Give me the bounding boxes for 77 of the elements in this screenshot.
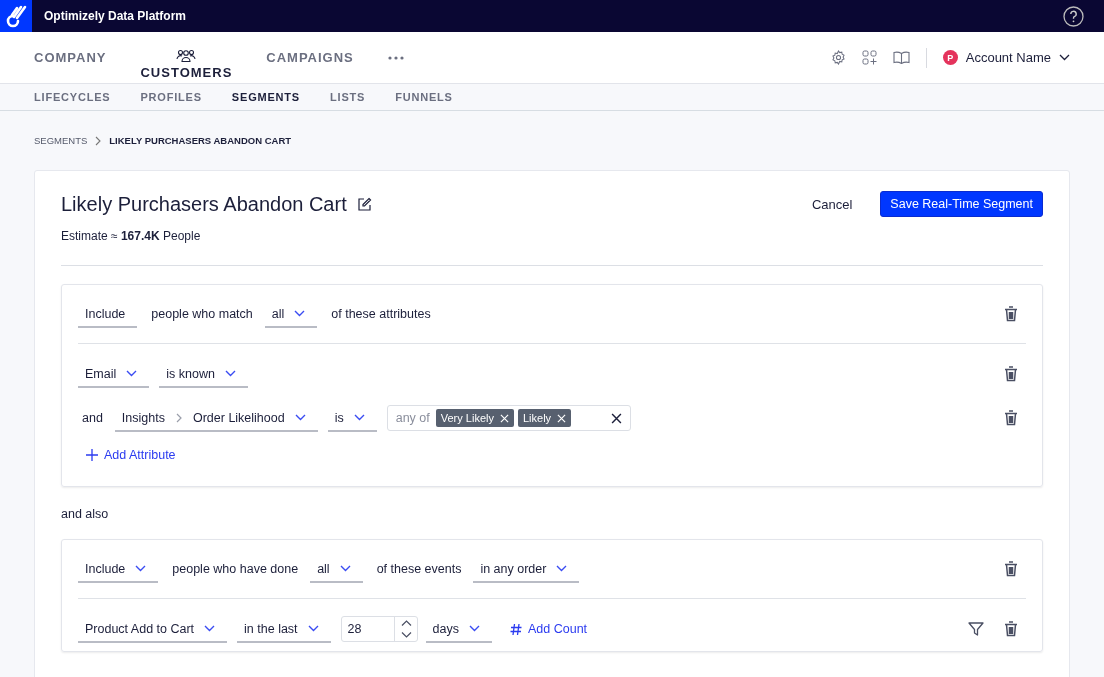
tag-input[interactable]: any of Very Likely Likely — [386, 405, 631, 431]
chevron-down-icon — [224, 370, 236, 377]
chevron-right-icon — [175, 412, 182, 423]
trash-icon[interactable] — [1004, 366, 1018, 382]
remove-icon[interactable] — [499, 413, 509, 423]
sub-tab[interactable]: PROFILES — [140, 91, 202, 103]
dropdown[interactable]: in any order — [473, 555, 580, 583]
cancel-button[interactable]: Cancel — [805, 195, 859, 213]
hash-icon — [510, 622, 522, 636]
path-label: Insights — [121, 410, 165, 425]
nav-tab[interactable]: COMPANY — [34, 50, 107, 65]
add-count-link[interactable]: Add Count — [502, 622, 596, 636]
nav-tab[interactable]: CAMPAIGNS — [266, 50, 354, 65]
trash-icon[interactable] — [1004, 561, 1018, 577]
chevron-down-icon — [294, 414, 306, 421]
logo-icon — [4, 4, 28, 28]
chevron-down-icon — [126, 370, 138, 377]
account-avatar: P — [942, 50, 958, 65]
breadcrumb-link[interactable]: LIKELY PURCHASERS ABANDON CART — [109, 135, 292, 146]
sub-tab[interactable]: LISTS — [330, 91, 366, 103]
chevron-down-icon — [294, 310, 306, 317]
connector-text: and also — [61, 507, 110, 521]
dropdown[interactable]: Product Add to Cart — [78, 615, 228, 643]
app-title: Optimizely Data Platform — [44, 9, 188, 23]
chevron-down-icon — [135, 565, 147, 572]
number-stepper[interactable]: 28 — [340, 616, 418, 642]
account-menu[interactable]: P Account Name — [942, 50, 1070, 65]
chevron-down-icon — [556, 565, 568, 572]
condition-text: of these attributes — [330, 307, 432, 321]
tag-label: Very Likely — [440, 412, 494, 424]
condition-text: people who have done — [171, 562, 300, 576]
add-attribute-link[interactable]: Add Attribute — [78, 440, 184, 486]
breadcrumb-link[interactable]: SEGMENTS — [34, 135, 88, 146]
chevron-down-icon — [307, 625, 319, 632]
condition-text: of these events — [375, 562, 463, 576]
condition-text: and — [81, 411, 104, 425]
dropdown[interactable]: Include — [78, 300, 138, 328]
chevron-down-icon — [353, 414, 365, 421]
pencil-icon[interactable] — [356, 196, 372, 212]
dropdown[interactable]: all — [264, 300, 318, 328]
segment-title: Likely Purchasers Abandon Cart — [61, 192, 347, 216]
more-icon[interactable] — [387, 55, 404, 60]
dropdown[interactable]: is known — [159, 360, 248, 388]
filter-icon[interactable] — [968, 622, 984, 636]
dropdown[interactable]: in the last — [237, 615, 331, 643]
add-app-icon[interactable] — [861, 50, 877, 65]
dropdown[interactable]: days — [425, 615, 492, 643]
save-button[interactable]: Save Real-Time Segment — [880, 191, 1043, 217]
dropdown[interactable]: Email — [78, 360, 150, 388]
plus-icon — [86, 449, 98, 461]
dropdown[interactable]: is — [327, 404, 377, 432]
chevron-down-icon — [339, 565, 351, 572]
path-label: Order Likelihood — [192, 410, 285, 425]
book-icon[interactable] — [892, 51, 910, 64]
trash-icon[interactable] — [1004, 621, 1018, 637]
tag-prefix: any of — [395, 411, 430, 425]
help-icon[interactable] — [1063, 5, 1084, 27]
sub-tab[interactable]: LIFECYCLES — [34, 91, 111, 103]
remove-icon[interactable] — [557, 413, 567, 423]
sub-tab[interactable]: SEGMENTS — [231, 91, 300, 103]
trash-icon[interactable] — [1004, 410, 1018, 426]
condition-text: people who match — [150, 307, 254, 321]
trash-icon[interactable] — [1004, 306, 1018, 322]
estimate-text: Estimate ≈ 167.4K People — [61, 229, 202, 243]
nav-tab[interactable]: CUSTOMERS — [140, 49, 233, 80]
dropdown[interactable]: Include — [78, 555, 159, 583]
attribute-dropdown[interactable]: Insights Order Likelihood — [114, 404, 318, 432]
sub-tab[interactable]: FUNNELS — [395, 91, 453, 103]
people-icon — [176, 49, 197, 63]
clear-icon[interactable] — [610, 412, 622, 424]
chevron-right-icon — [95, 135, 102, 146]
chevron-down-icon — [1059, 54, 1070, 61]
tag-label: Likely — [522, 412, 552, 424]
dropdown[interactable]: all — [310, 555, 363, 583]
chevron-down-icon — [469, 625, 480, 632]
chevron-down-icon — [204, 625, 216, 632]
settings-icon[interactable] — [830, 50, 846, 65]
